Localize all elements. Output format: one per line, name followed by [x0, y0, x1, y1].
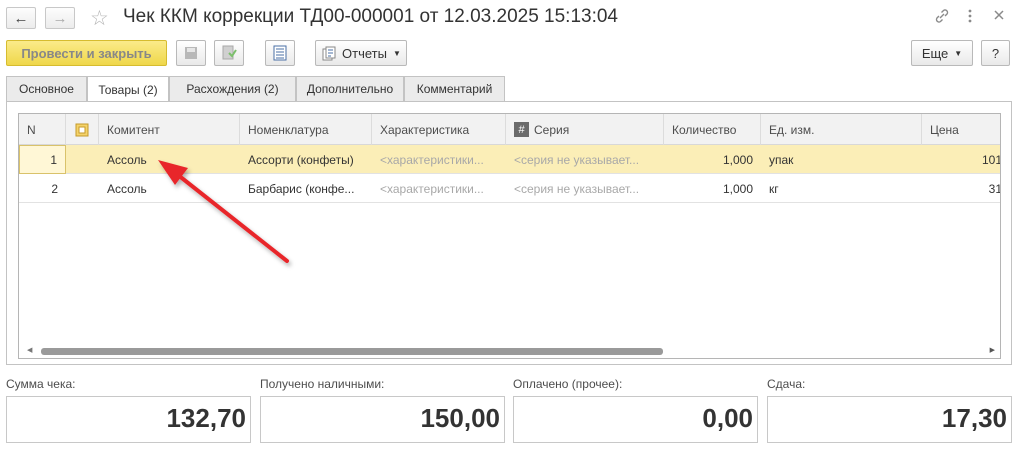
reports-icon — [322, 46, 336, 60]
row-number-cell[interactable]: 2 — [19, 174, 66, 203]
series-cell[interactable]: <серия не указывает... — [506, 145, 664, 174]
hash-icon: # — [514, 122, 529, 137]
cash-received-field: 150,00 — [260, 396, 505, 443]
dropdown-arrow-icon: ▼ — [954, 48, 963, 58]
other-payment-label: Оплачено (прочее): — [513, 377, 623, 391]
forward-button[interactable]: → — [45, 7, 75, 29]
column-header-committent[interactable]: Комитент — [99, 114, 240, 145]
save-icon — [185, 47, 197, 59]
favorite-star-icon[interactable]: ☆ — [90, 6, 109, 31]
link-icon[interactable] — [934, 8, 950, 29]
row-number-cell[interactable]: 1 — [19, 145, 66, 174]
check-sum-label: Сумма чека: — [6, 377, 76, 391]
characteristic-cell[interactable]: <характеристики... — [372, 145, 506, 174]
help-button[interactable]: ? — [981, 40, 1010, 66]
scrollbar-thumb[interactable] — [41, 348, 663, 355]
goods-table[interactable]: N Комитент Номенклатура Характеристика #… — [18, 113, 1001, 359]
reports-label: Отчеты — [342, 45, 387, 61]
column-header-quantity[interactable]: Количество — [664, 114, 761, 145]
nomenclature-cell[interactable]: Барбарис (конфе... — [240, 174, 372, 203]
goods-panel: N Комитент Номенклатура Характеристика #… — [6, 101, 1012, 365]
scroll-right-icon[interactable]: ▶ — [990, 346, 995, 354]
table-row[interactable]: 1 Ассоль Ассорти (конфеты) <характеристи… — [19, 145, 1000, 174]
column-header-unit[interactable]: Ед. изм. — [761, 114, 922, 145]
journal-button[interactable] — [265, 40, 295, 66]
reports-button[interactable]: Отчеты ▼ — [315, 40, 407, 66]
save-button[interactable] — [176, 40, 206, 66]
other-payment-field: 0,00 — [513, 396, 758, 443]
title-bar: ← → ☆ Чек ККМ коррекции ТД00-000001 от 1… — [0, 0, 1016, 36]
column-header-nomenclature[interactable]: Номенклатура — [240, 114, 372, 145]
column-header-series[interactable]: # Серия — [506, 114, 664, 145]
arrow-left-icon: ← — [13, 9, 29, 27]
tab-goods[interactable]: Товары (2) — [87, 76, 169, 103]
tab-additional[interactable]: Дополнительно — [296, 76, 404, 102]
close-icon[interactable] — [993, 8, 1005, 26]
column-header-committent-flag[interactable] — [66, 114, 99, 145]
column-header-characteristic[interactable]: Характеристика — [372, 114, 506, 145]
column-header-n[interactable]: N — [19, 114, 66, 145]
committent-cell[interactable]: Ассоль — [99, 145, 240, 174]
more-button[interactable]: Еще ▼ — [911, 40, 973, 66]
change-label: Сдача: — [767, 377, 806, 391]
table-header: N Комитент Номенклатура Характеристика #… — [19, 114, 1000, 145]
nomenclature-cell[interactable]: Ассорти (конфеты) — [240, 145, 372, 174]
more-vertical-icon[interactable] — [967, 8, 973, 29]
post-and-close-button[interactable]: Провести и закрыть — [6, 40, 167, 66]
characteristic-cell[interactable]: <характеристики... — [372, 174, 506, 203]
back-button[interactable]: ← — [6, 7, 36, 29]
arrow-right-icon: → — [52, 9, 68, 27]
horizontal-scrollbar[interactable]: ◀ ▶ — [19, 344, 1000, 358]
scroll-left-icon[interactable]: ◀ — [27, 346, 32, 354]
quantity-cell[interactable]: 1,000 — [664, 174, 761, 203]
tab-discrepancies[interactable]: Расхождения (2) — [169, 76, 296, 102]
price-cell[interactable]: 101 — [922, 145, 1000, 174]
more-label: Еще — [921, 45, 949, 61]
quantity-cell[interactable]: 1,000 — [664, 145, 761, 174]
list-document-icon — [273, 45, 287, 61]
series-cell[interactable]: <серия не указывает... — [506, 174, 664, 203]
check-sum-field: 132,70 — [6, 396, 251, 443]
committent-cell[interactable]: Ассоль — [99, 174, 240, 203]
price-cell[interactable]: 31 — [922, 174, 1000, 203]
table-row[interactable]: 2 Ассоль Барбарис (конфе... <характерист… — [19, 174, 1000, 203]
cash-received-label: Получено наличными: — [260, 377, 385, 391]
post-button[interactable] — [214, 40, 244, 66]
dropdown-arrow-icon: ▼ — [392, 48, 401, 58]
unit-cell[interactable]: кг — [761, 174, 922, 203]
post-document-icon — [222, 45, 237, 60]
committent-icon — [75, 123, 89, 136]
column-header-price[interactable]: Цена — [922, 114, 1000, 145]
tab-main[interactable]: Основное — [6, 76, 87, 102]
window-title: Чек ККМ коррекции ТД00-000001 от 12.03.2… — [123, 6, 619, 27]
change-field: 17,30 — [767, 396, 1012, 443]
series-header-label: Серия — [534, 122, 570, 137]
unit-cell[interactable]: упак — [761, 145, 922, 174]
tab-comment[interactable]: Комментарий — [404, 76, 505, 102]
